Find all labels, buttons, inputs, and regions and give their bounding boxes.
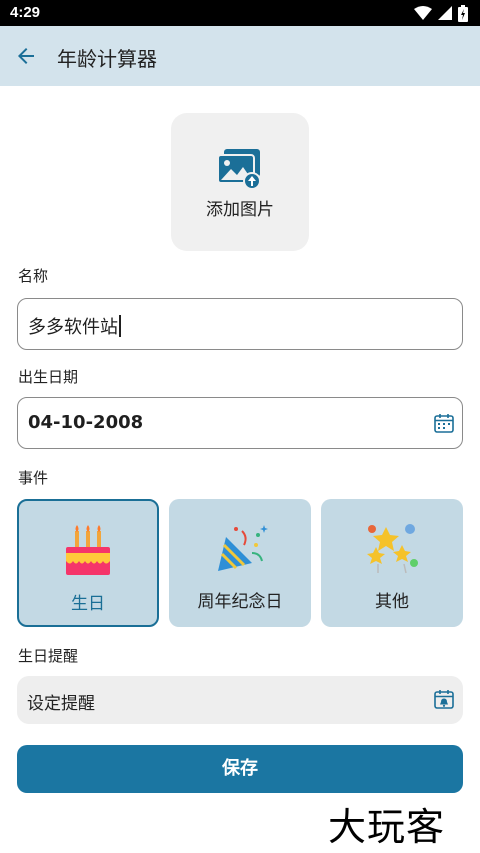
name-value: 多多软件站 — [28, 313, 121, 339]
signal-icon — [438, 6, 452, 20]
reminder-value: 设定提醒 — [27, 694, 95, 714]
save-button[interactable]: 保存 — [17, 745, 463, 793]
back-button[interactable] — [8, 38, 44, 74]
page-title: 年龄计算器 — [57, 47, 157, 71]
wifi-icon — [414, 6, 432, 20]
arrow-left-icon — [18, 48, 34, 64]
status-bar: 4:29 — [0, 0, 480, 26]
app-bar: 年龄计算器 — [0, 26, 480, 86]
birth-date-input[interactable]: 04-10-2008 — [17, 397, 463, 449]
stars-icon — [367, 524, 418, 574]
reminder-field[interactable]: 设定提醒 — [17, 676, 463, 724]
event-option-birthday[interactable]: 生日 — [17, 499, 159, 627]
name-input[interactable]: 多多软件站 — [17, 298, 463, 350]
event-option-other[interactable]: 其他 — [321, 499, 463, 627]
status-icons — [414, 4, 468, 22]
watermark: 大玩客 — [328, 805, 446, 849]
event-option-label: 生日 — [71, 594, 105, 614]
image-upload-icon — [218, 149, 261, 189]
party-popper-icon — [218, 525, 268, 571]
add-image-button[interactable]: 添加图片 — [171, 113, 309, 251]
event-option-label: 其他 — [375, 592, 409, 612]
calendar-bell-icon[interactable] — [433, 688, 455, 710]
status-time: 4:29 — [10, 4, 41, 21]
event-option-anniversary[interactable]: 周年纪念日 — [169, 499, 311, 627]
birth-date-label: 出生日期 — [18, 368, 79, 386]
birthday-cake-icon — [66, 525, 110, 575]
event-option-label: 周年纪念日 — [197, 592, 283, 612]
battery-icon — [458, 4, 468, 22]
calendar-icon[interactable] — [434, 413, 454, 433]
birth-date-value: 04-10-2008 — [28, 412, 144, 433]
reminder-label: 生日提醒 — [18, 647, 79, 665]
add-image-label: 添加图片 — [206, 200, 274, 220]
event-label: 事件 — [18, 469, 49, 487]
name-label: 名称 — [18, 267, 49, 285]
